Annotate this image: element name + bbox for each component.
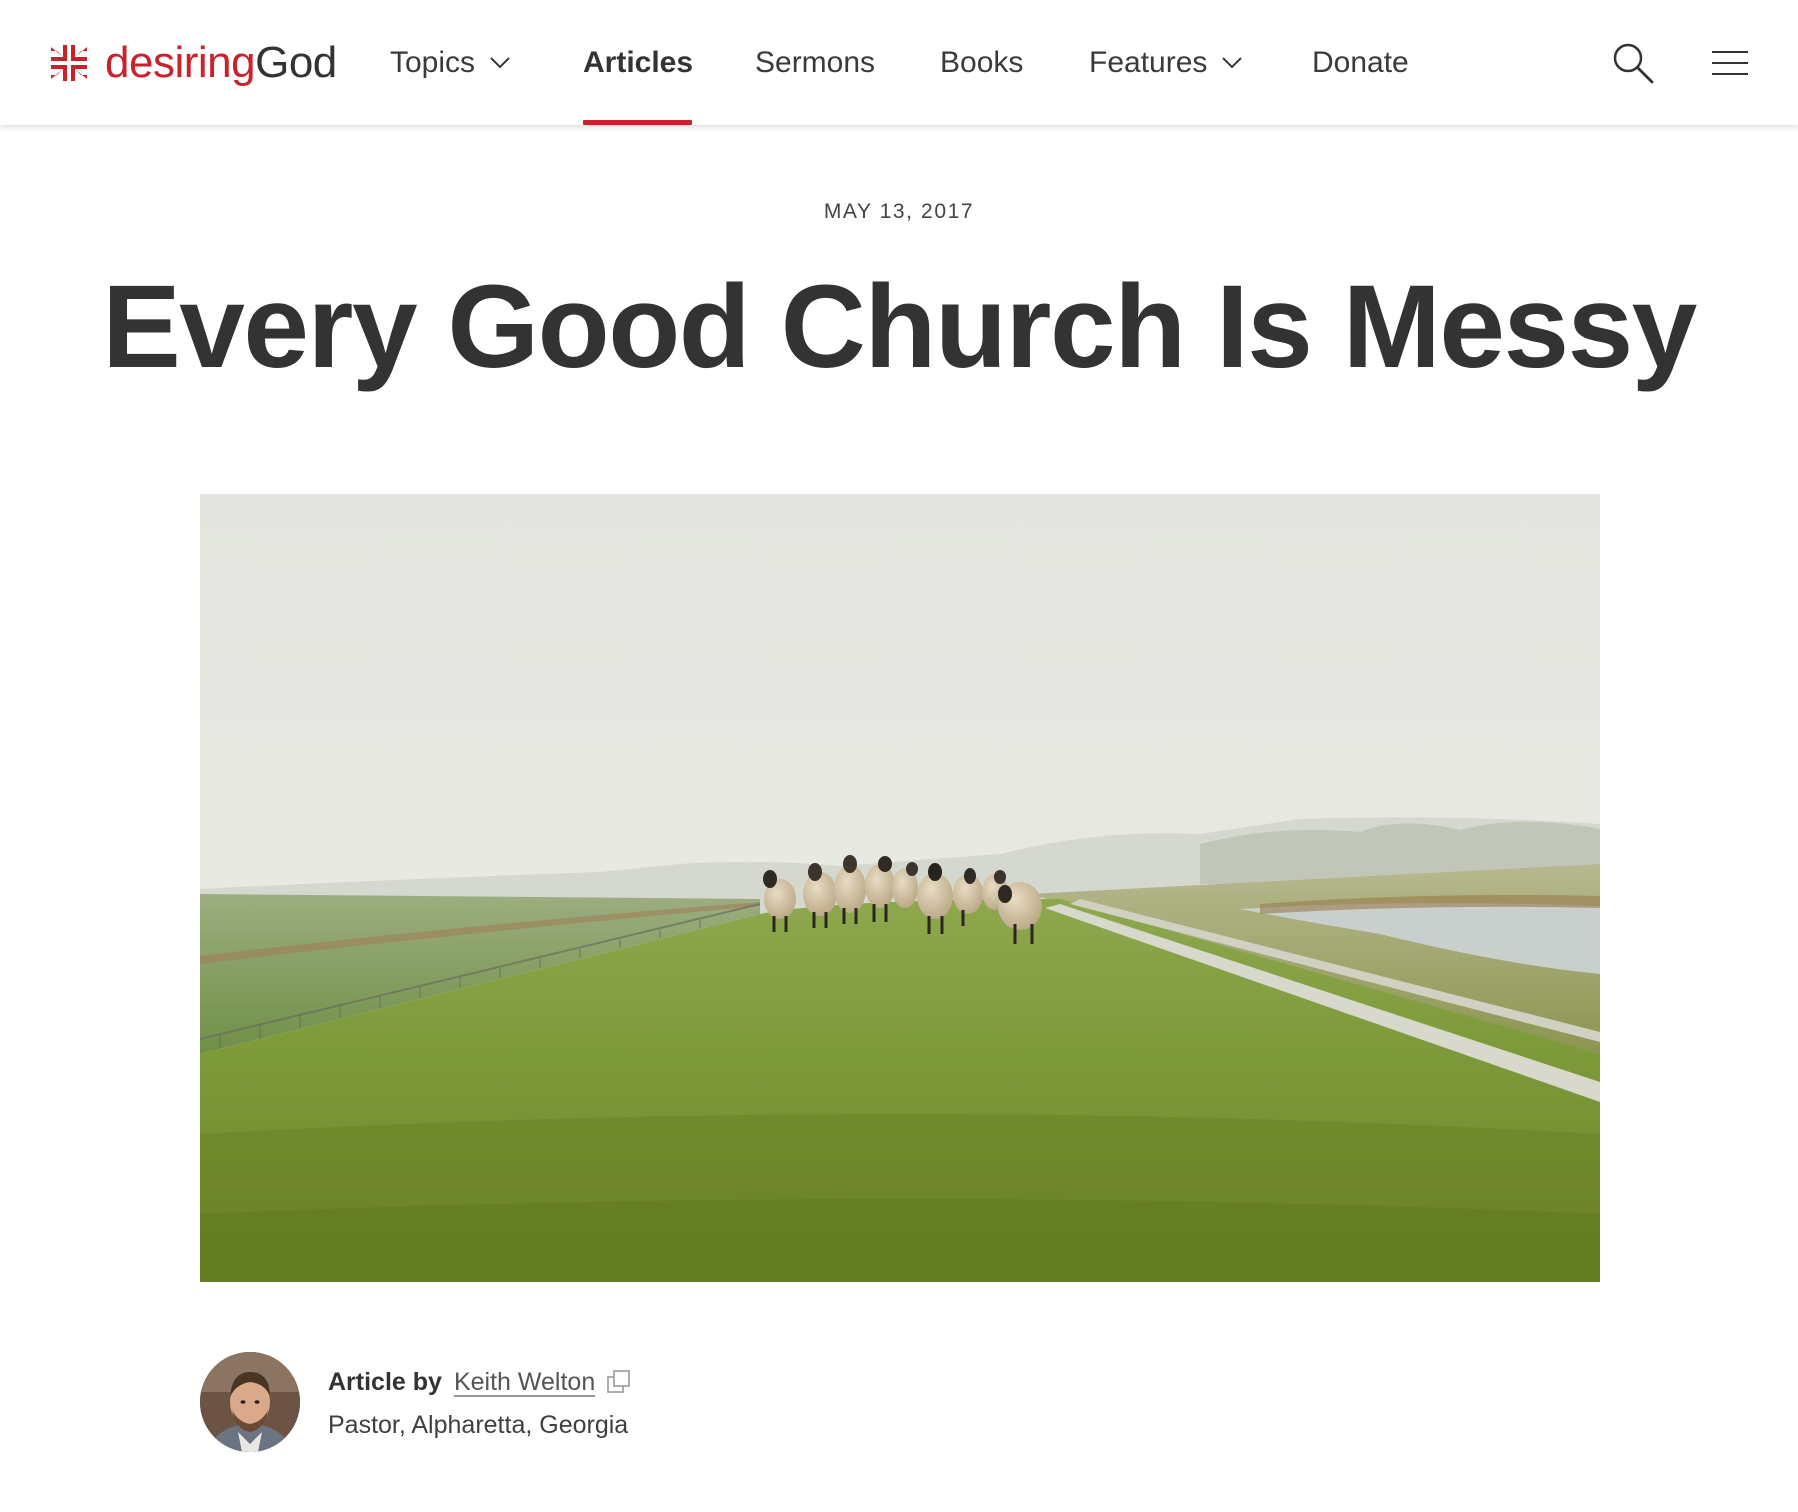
author-link[interactable]: Keith Welton xyxy=(454,1368,595,1397)
nav-item-books-label: Books xyxy=(940,46,1024,79)
cross-mark-icon xyxy=(51,45,87,81)
nav-item-donate-label: Donate xyxy=(1312,46,1409,79)
author-portrait xyxy=(200,1352,300,1452)
nav-item-sermons-label: Sermons xyxy=(755,46,876,79)
byline-prefix: Article by xyxy=(328,1367,442,1396)
site-header: desiringGod Topics Articles Sermons Book… xyxy=(0,0,1798,125)
sheep-field-illustration xyxy=(200,494,1600,1282)
logo-wordmark-god: God xyxy=(255,38,337,87)
search-icon xyxy=(1613,43,1654,84)
logo-wordmark-desiring: desiring xyxy=(105,38,256,87)
nav-item-books[interactable]: Books xyxy=(940,40,1023,86)
site-logo[interactable]: desiringGod xyxy=(49,38,337,88)
author-avatar[interactable] xyxy=(200,1352,300,1452)
nav-item-topics-label: Topics xyxy=(390,46,476,79)
active-nav-indicator xyxy=(583,120,692,125)
nav-item-sermons[interactable]: Sermons xyxy=(755,40,875,86)
logo-wordmark: desiringGod xyxy=(105,41,337,85)
nav-item-articles[interactable]: Articles xyxy=(583,40,693,86)
nav-item-topics[interactable]: Topics xyxy=(390,40,511,86)
author-role: Pastor, Alpharetta, Georgia xyxy=(328,1411,629,1439)
nav-item-donate[interactable]: Donate xyxy=(1312,40,1409,86)
chevron-down-icon xyxy=(490,57,510,69)
chevron-down-icon xyxy=(1222,57,1243,69)
nav-item-features-label: Features xyxy=(1089,46,1208,79)
nav-item-features[interactable]: Features xyxy=(1089,40,1243,86)
copy-link-icon[interactable] xyxy=(605,1368,633,1396)
menu-button[interactable] xyxy=(1710,47,1750,79)
hamburger-menu-icon xyxy=(1712,51,1748,75)
article-title: Every Good Church Is Messy xyxy=(102,261,1697,393)
byline: Article by Keith Welton xyxy=(328,1366,633,1398)
nav-item-articles-label: Articles xyxy=(583,46,694,79)
search-button[interactable] xyxy=(1610,40,1656,86)
hero-image xyxy=(200,494,1600,1282)
article-date: MAY 13, 2017 xyxy=(823,200,975,223)
